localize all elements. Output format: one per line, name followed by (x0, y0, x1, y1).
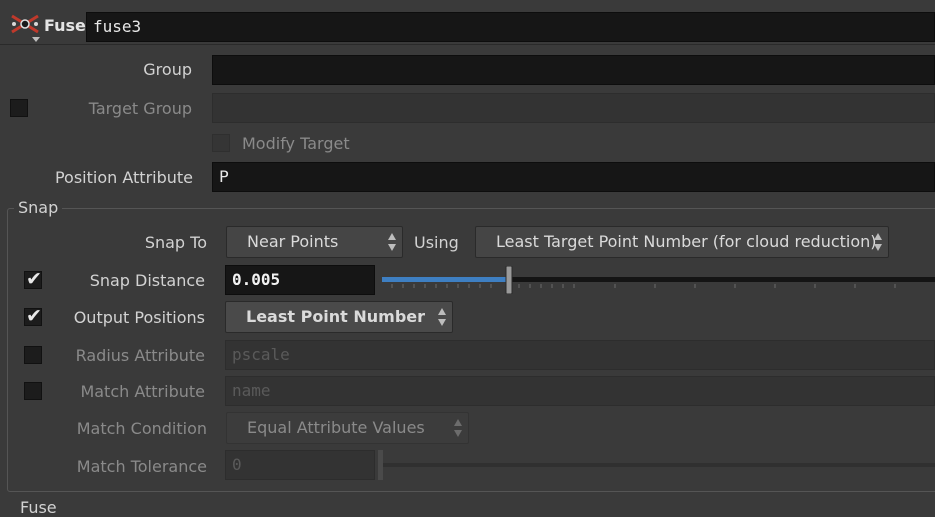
snap-to-value: Near Points (247, 232, 339, 251)
group-field[interactable] (212, 55, 935, 85)
node-type-label: Fuse (44, 16, 86, 35)
match-condition-menu[interactable]: Equal Attribute Values (226, 412, 469, 444)
dropdown-arrows-icon (438, 308, 446, 326)
match-attribute-field[interactable]: name (225, 376, 935, 406)
dropdown-arrows-icon (454, 419, 462, 437)
radius-attribute-label: Radius Attribute (75, 346, 205, 365)
match-tolerance-label: Match Tolerance (76, 457, 207, 476)
checkmark-icon: ✔ (26, 305, 42, 327)
snap-to-menu[interactable]: Near Points (226, 226, 403, 258)
match-attribute-label: Match Attribute (80, 382, 205, 401)
fuse-node-icon[interactable] (8, 12, 42, 44)
match-condition-value: Equal Attribute Values (247, 418, 425, 437)
dropdown-arrows-icon (874, 233, 882, 251)
snap-section-label: Snap (14, 198, 63, 217)
using-value: Least Target Point Number (for cloud red… (496, 232, 877, 251)
snap-distance-label: Snap Distance (89, 271, 205, 290)
fuse-section-label: Fuse (20, 498, 57, 517)
using-menu[interactable]: Least Target Point Number (for cloud red… (475, 226, 889, 258)
using-label: Using (414, 233, 459, 252)
target-group-checkbox[interactable] (10, 99, 28, 117)
position-attribute-label: Position Attribute (54, 168, 193, 187)
snap-distance-checkbox[interactable]: ✔ (24, 268, 42, 290)
match-condition-label: Match Condition (76, 419, 207, 438)
target-group-label: Target Group (88, 99, 192, 118)
match-attribute-checkbox[interactable] (24, 382, 42, 400)
radius-attribute-checkbox[interactable] (24, 346, 42, 364)
target-group-field[interactable] (212, 93, 935, 123)
group-label: Group (143, 60, 192, 79)
match-tolerance-field[interactable]: 0 (225, 450, 375, 480)
modify-target-label: Modify Target (242, 134, 350, 153)
snap-distance-slider[interactable] (382, 265, 935, 295)
output-positions-checkbox[interactable]: ✔ (24, 305, 42, 327)
output-positions-menu[interactable]: Least Point Number (225, 301, 453, 333)
snap-distance-field[interactable]: 0.005 (225, 265, 375, 295)
snap-to-label: Snap To (144, 233, 207, 252)
position-attribute-field[interactable]: P (212, 162, 935, 192)
node-name-field[interactable]: fuse3 (86, 12, 935, 42)
output-positions-value: Least Point Number (246, 307, 426, 326)
dropdown-arrows-icon (388, 233, 396, 251)
output-positions-label: Output Positions (73, 308, 205, 327)
match-tolerance-slider[interactable] (378, 450, 935, 480)
radius-attribute-field[interactable]: pscale (225, 340, 935, 370)
modify-target-checkbox[interactable] (212, 134, 230, 152)
checkmark-icon: ✔ (26, 268, 42, 290)
